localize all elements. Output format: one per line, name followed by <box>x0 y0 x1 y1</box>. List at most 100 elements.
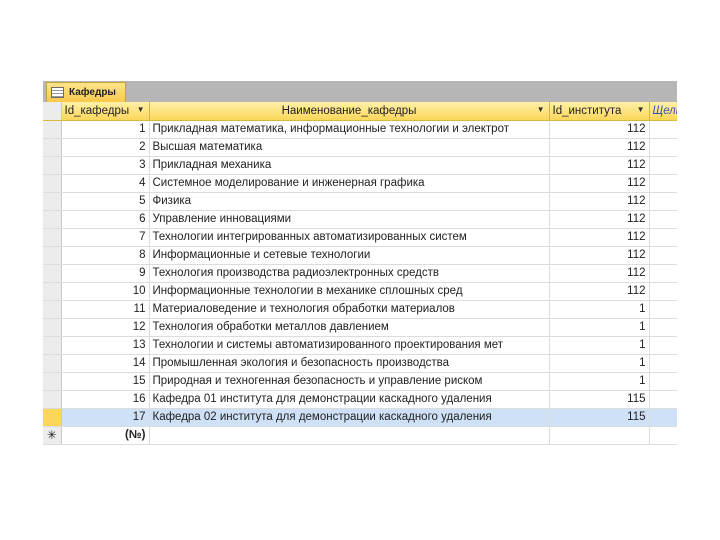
cell-institute[interactable]: 112 <box>549 192 650 211</box>
cell-institute[interactable]: 115 <box>549 390 650 409</box>
cell-name[interactable]: Технологии и системы автоматизированного… <box>149 336 550 355</box>
cell-id[interactable]: 15 <box>61 372 150 391</box>
cell-name[interactable]: Управление инновациями <box>149 210 550 229</box>
row-selector[interactable] <box>43 318 62 337</box>
cell-id[interactable]: 1 <box>61 120 150 139</box>
table-row[interactable]: 1 Прикладная математика, информационные т… <box>43 120 677 139</box>
cell-institute[interactable]: 112 <box>549 138 650 157</box>
cell-id[interactable]: 16 <box>61 390 150 409</box>
row-selector[interactable] <box>43 138 62 157</box>
column-header-id[interactable]: Id_кафедры ▼ <box>61 102 150 121</box>
cell-empty[interactable] <box>649 336 677 355</box>
cell-name-new[interactable] <box>149 426 550 445</box>
table-row[interactable]: 15 Природная и техногенная безопасность и… <box>43 372 677 391</box>
row-selector[interactable] <box>43 246 62 265</box>
cell-empty[interactable] <box>649 372 677 391</box>
table-row[interactable]: 9 Технология производства радиоэлектронны… <box>43 264 677 283</box>
row-selector[interactable] <box>43 282 62 301</box>
table-row[interactable]: 14 Промышленная экология и безопасность п… <box>43 354 677 373</box>
row-selector[interactable] <box>43 336 62 355</box>
cell-name[interactable]: Прикладная механика <box>149 156 550 175</box>
row-selector[interactable] <box>43 120 62 139</box>
row-selector[interactable] <box>43 192 62 211</box>
cell-name[interactable]: Технология обработки металлов давлением <box>149 318 550 337</box>
table-row[interactable]: 17 Кафедра 02 института для демонстрации … <box>43 408 677 427</box>
cell-institute[interactable]: 115 <box>549 408 650 427</box>
cell-id[interactable]: 2 <box>61 138 150 157</box>
table-row[interactable]: 13 Технологии и системы автоматизированно… <box>43 336 677 355</box>
cell-name[interactable]: Высшая математика <box>149 138 550 157</box>
cell-name[interactable]: Прикладная математика, информационные те… <box>149 120 550 139</box>
cell-institute[interactable]: 1 <box>549 318 650 337</box>
cell-name[interactable]: Природная и техногенная безопасность и у… <box>149 372 550 391</box>
cell-id[interactable]: 14 <box>61 354 150 373</box>
cell-id[interactable]: 5 <box>61 192 150 211</box>
row-selector[interactable] <box>43 372 62 391</box>
table-row[interactable]: 7 Технологии интегрированных автоматизиро… <box>43 228 677 247</box>
cell-institute[interactable]: 112 <box>549 210 650 229</box>
dropdown-arrow-icon[interactable]: ▼ <box>137 105 145 114</box>
cell-name[interactable]: Технология производства радиоэлектронных… <box>149 264 550 283</box>
cell-name[interactable]: Системное моделирование и инженерная гра… <box>149 174 550 193</box>
row-selector[interactable] <box>43 408 62 427</box>
table-row[interactable]: 4 Системное моделирование и инженерная гр… <box>43 174 677 193</box>
cell-institute[interactable]: 1 <box>549 336 650 355</box>
cell-id[interactable]: 12 <box>61 318 150 337</box>
row-selector[interactable] <box>43 156 62 175</box>
cell-name[interactable]: Технологии интегрированных автоматизиров… <box>149 228 550 247</box>
cell-name[interactable]: Материаловедение и технология обработки … <box>149 300 550 319</box>
table-row[interactable]: 16 Кафедра 01 института для демонстрации … <box>43 390 677 409</box>
cell-institute[interactable]: 1 <box>549 300 650 319</box>
cell-empty-new[interactable] <box>649 426 677 445</box>
row-selector[interactable] <box>43 174 62 193</box>
new-record-row[interactable]: ✳ (№) <box>43 426 677 445</box>
cell-institute[interactable]: 112 <box>549 264 650 283</box>
cell-empty[interactable] <box>649 282 677 301</box>
column-header-institute[interactable]: Id_института ▼ <box>549 102 650 121</box>
cell-name[interactable]: Информационные технологии в механике спл… <box>149 282 550 301</box>
table-row[interactable]: 5 Физика 112 <box>43 192 677 211</box>
cell-institute[interactable]: 112 <box>549 282 650 301</box>
cell-empty[interactable] <box>649 192 677 211</box>
cell-empty[interactable] <box>649 246 677 265</box>
row-selector[interactable] <box>43 228 62 247</box>
cell-empty[interactable] <box>649 210 677 229</box>
cell-empty[interactable] <box>649 228 677 247</box>
cell-institute[interactable]: 112 <box>549 156 650 175</box>
table-row[interactable]: 11 Материаловедение и технология обработк… <box>43 300 677 319</box>
cell-empty[interactable] <box>649 138 677 157</box>
table-row[interactable]: 10 Информационные технологии в механике с… <box>43 282 677 301</box>
column-header-add-field[interactable]: Щелк <box>649 102 677 121</box>
cell-empty[interactable] <box>649 120 677 139</box>
select-all-cell[interactable] <box>43 102 62 121</box>
dropdown-arrow-icon[interactable]: ▼ <box>537 105 545 114</box>
cell-institute[interactable]: 112 <box>549 120 650 139</box>
cell-name[interactable]: Физика <box>149 192 550 211</box>
cell-id[interactable]: 13 <box>61 336 150 355</box>
cell-institute[interactable]: 1 <box>549 372 650 391</box>
cell-id[interactable]: 9 <box>61 264 150 283</box>
table-row[interactable]: 6 Управление инновациями 112 <box>43 210 677 229</box>
cell-name[interactable]: Промышленная экология и безопасность про… <box>149 354 550 373</box>
cell-institute[interactable]: 112 <box>549 174 650 193</box>
cell-id[interactable]: 4 <box>61 174 150 193</box>
cell-name[interactable]: Кафедра 01 института для демонстрации ка… <box>149 390 550 409</box>
cell-id[interactable]: 17 <box>61 408 150 427</box>
cell-id[interactable]: 7 <box>61 228 150 247</box>
dropdown-arrow-icon[interactable]: ▼ <box>637 105 645 114</box>
row-selector[interactable] <box>43 210 62 229</box>
cell-institute[interactable]: 1 <box>549 354 650 373</box>
cell-institute[interactable]: 112 <box>549 246 650 265</box>
tab-kafedry[interactable]: Кафедры <box>46 82 126 102</box>
column-header-name[interactable]: Наименование_кафедры ▼ <box>149 102 550 121</box>
cell-name[interactable]: Информационные и сетевые технологии <box>149 246 550 265</box>
row-selector[interactable] <box>43 264 62 283</box>
table-row[interactable]: 3 Прикладная механика 112 <box>43 156 677 175</box>
cell-empty[interactable] <box>649 264 677 283</box>
row-selector[interactable] <box>43 300 62 319</box>
cell-empty[interactable] <box>649 318 677 337</box>
cell-empty[interactable] <box>649 408 677 427</box>
cell-id[interactable]: 11 <box>61 300 150 319</box>
cell-empty[interactable] <box>649 300 677 319</box>
table-row[interactable]: 12 Технология обработки металлов давление… <box>43 318 677 337</box>
